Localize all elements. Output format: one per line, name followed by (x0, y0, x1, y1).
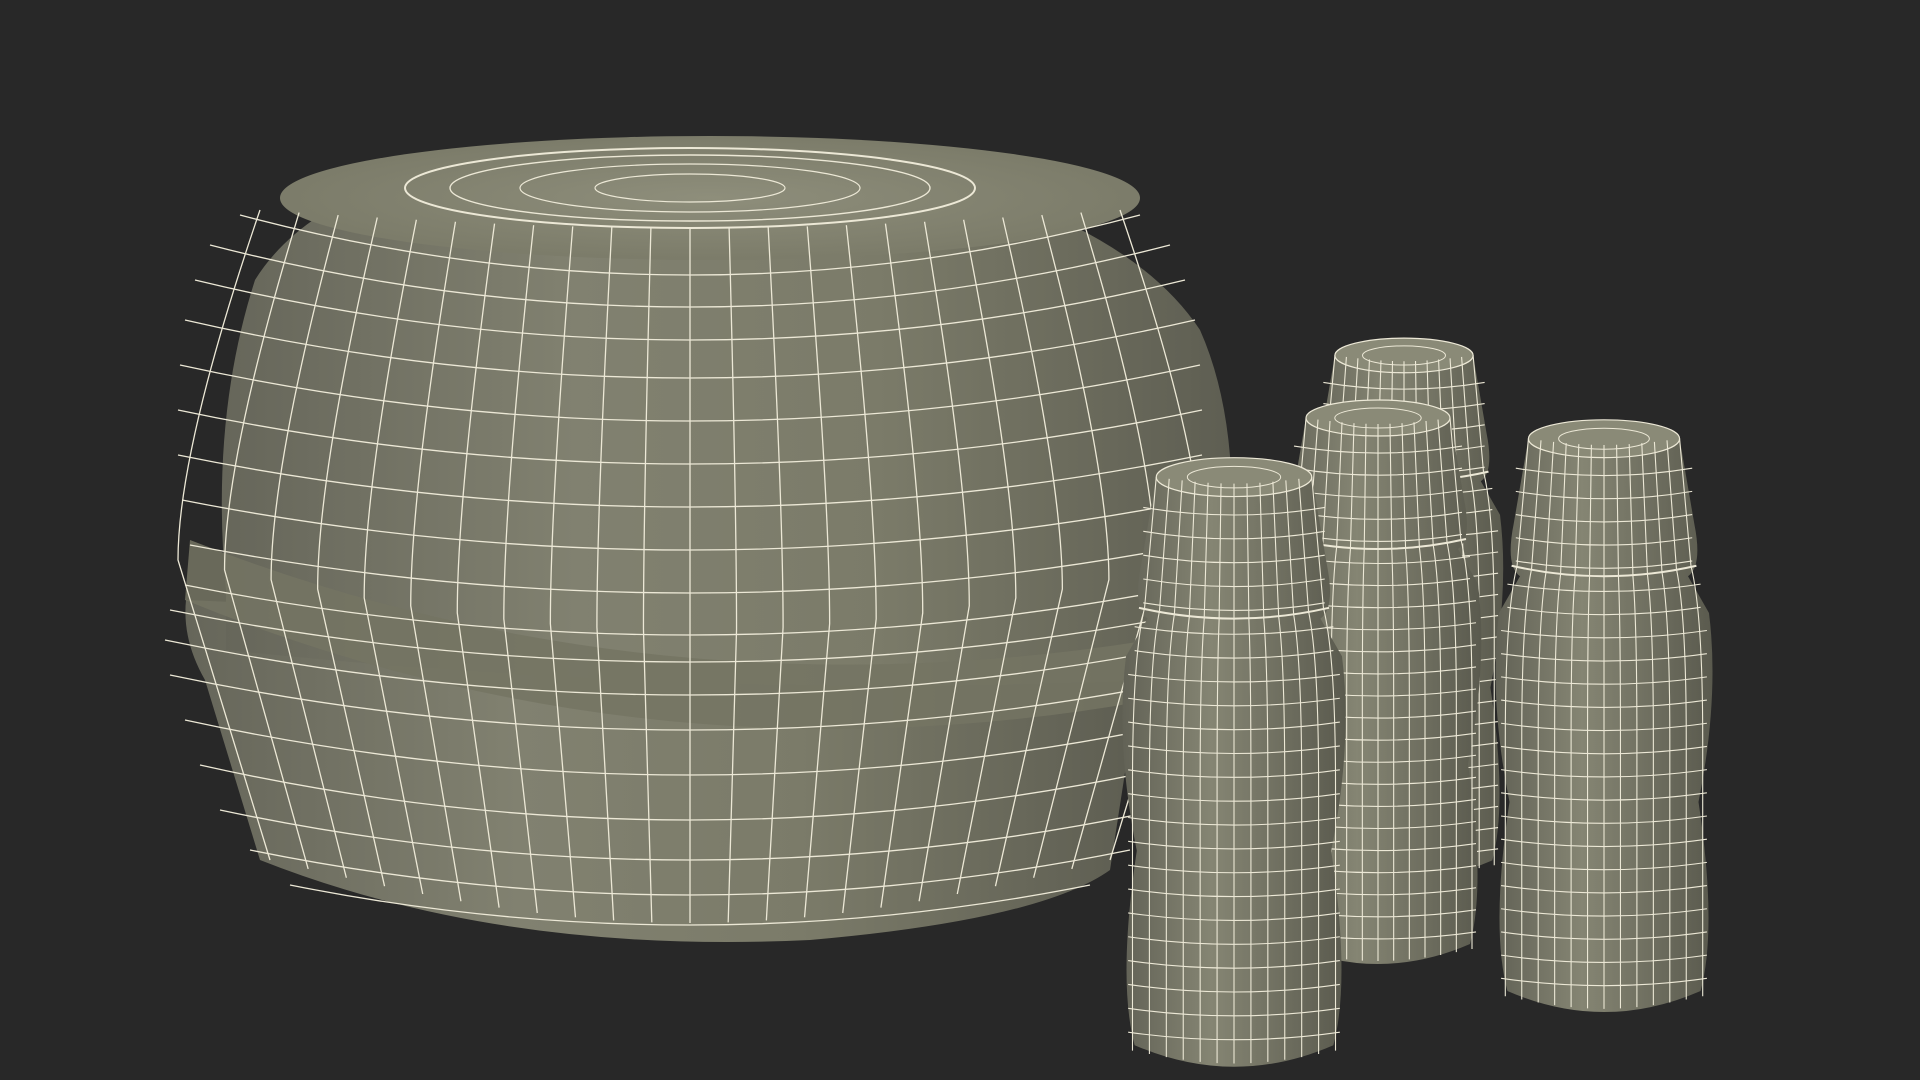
wireframe-render (164, 136, 1713, 1067)
3d-viewport[interactable] (0, 0, 1920, 1080)
round-container (164, 136, 1232, 943)
bottle-right (1495, 419, 1713, 1012)
bottle-front (1122, 457, 1346, 1067)
